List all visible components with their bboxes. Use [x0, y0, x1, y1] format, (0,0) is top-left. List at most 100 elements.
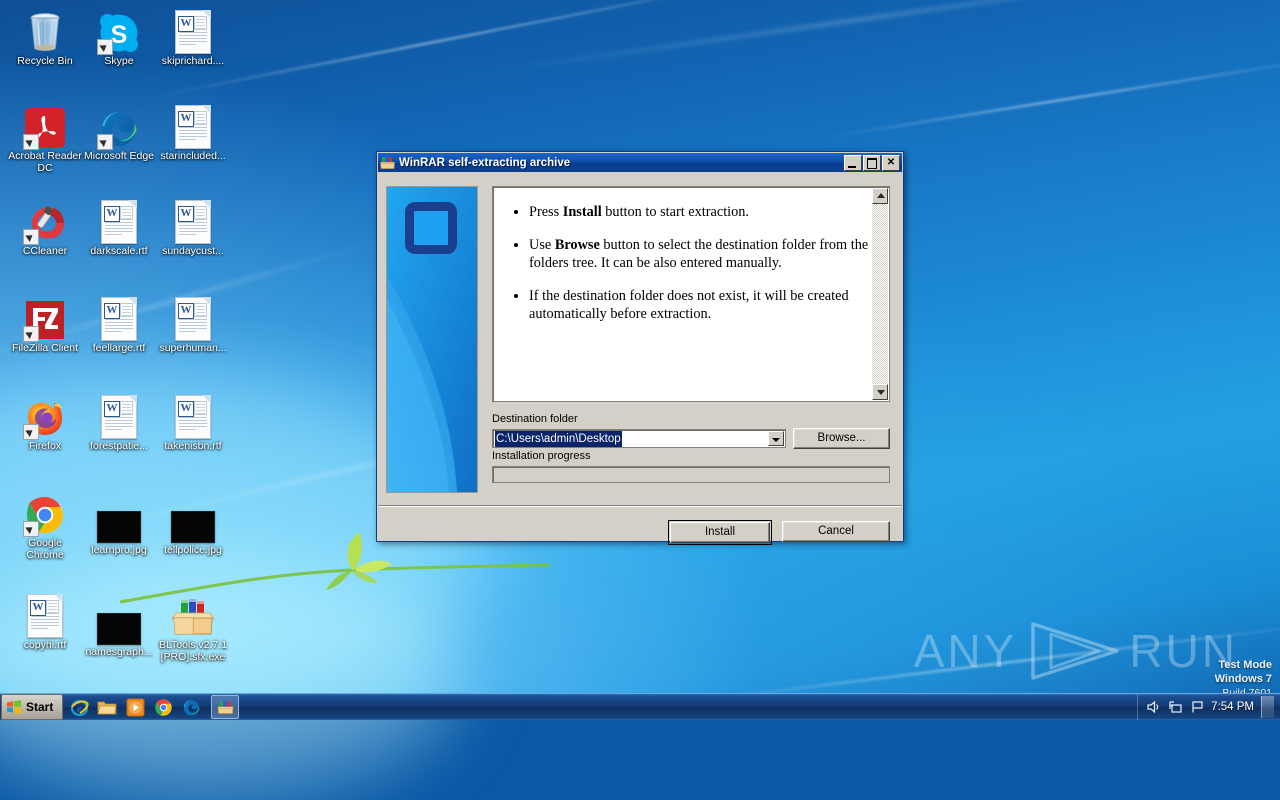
svg-text:S: S: [111, 21, 128, 49]
desktop-icon-copyhi[interactable]: W copyhi.rtf: [8, 592, 82, 652]
taskbar-windows-media-player[interactable]: [123, 696, 147, 718]
winrar-sfx-taskbar-button[interactable]: [211, 695, 240, 719]
instructions-scrollbar[interactable]: [872, 188, 888, 400]
dialog-titlebar[interactable]: WinRAR self-extracting archive ✕: [378, 153, 902, 172]
microsoft-edge-icon: [82, 103, 156, 150]
instructions-panel: Press Install button to start extraction…: [492, 186, 890, 402]
maximize-button[interactable]: [863, 154, 881, 171]
wallpaper-streak: [155, 0, 765, 98]
google-chrome-icon: [155, 698, 172, 716]
scroll-down-icon[interactable]: [872, 384, 888, 400]
instruction-item-1: Press Install button to start extraction…: [529, 203, 871, 222]
acrobat-reader-icon: [8, 103, 82, 150]
start-button[interactable]: Start: [1, 694, 64, 720]
desktop-icon-takenisbn[interactable]: W takenisbn.rtf: [156, 393, 230, 453]
winrar-books-icon: [380, 156, 395, 170]
desktop-icon-label: FileZilla Client: [12, 342, 78, 354]
sfx-banner-image: [386, 186, 478, 493]
anyrun-watermark: ANY RUN: [914, 620, 1238, 682]
cancel-button[interactable]: Cancel: [782, 521, 890, 542]
microsoft-edge-icon: [183, 699, 200, 716]
destination-folder-combobox[interactable]: C:\Users\admin\Desktop: [492, 429, 786, 448]
desktop-icon-label: CCleaner: [22, 245, 68, 257]
rtf-document-icon: W: [156, 103, 230, 149]
desktop-icon-feellarge[interactable]: W feellarge.rtf: [82, 295, 156, 355]
instruction-item-3: If the destination folder does not exist…: [529, 287, 871, 324]
desktop-icon-tellpolice[interactable]: tellpolice.jpg: [156, 497, 230, 557]
internet-explorer-icon: e: [70, 699, 89, 716]
desktop-icon-label: superhuman...: [159, 342, 227, 354]
taskbar[interactable]: Start e 7:54 PM: [0, 693, 1280, 720]
desktop-icon-microsoft-edge[interactable]: Microsoft Edge: [82, 103, 156, 163]
recycle-bin-icon: [8, 8, 82, 54]
network-icon[interactable]: [1168, 700, 1183, 714]
shortcut-overlay-icon: [23, 521, 39, 537]
instruction-post: If the destination folder does not exist…: [529, 287, 849, 323]
desktop-icon-firefox[interactable]: Firefox: [8, 393, 82, 453]
skype-icon: S: [82, 8, 156, 55]
desktop-icon-label: darkscale.rtf: [90, 245, 148, 257]
windows-media-player-icon: [126, 698, 145, 716]
desktop-icon-skiprichard[interactable]: W skiprichard....: [156, 8, 230, 68]
show-desktop-button[interactable]: [1261, 696, 1274, 718]
instruction-strong: Install: [562, 204, 602, 220]
instructions-text: Press Install button to start extraction…: [495, 189, 871, 399]
os-version-line: Windows 7: [1214, 673, 1272, 685]
shortcut-overlay-icon: [23, 424, 39, 440]
desktop-icon-label: forestpatie...: [90, 440, 148, 452]
instruction-item-2: Use Browse button to select the destinat…: [529, 236, 871, 273]
close-button[interactable]: ✕: [882, 154, 900, 171]
desktop-icon-namesgraph[interactable]: namesgraph...: [82, 599, 156, 659]
taskbar-google-chrome[interactable]: [151, 696, 175, 718]
desktop-icon-starincluded[interactable]: W starincluded...: [156, 103, 230, 163]
desktop-icon-google-chrome[interactable]: Google Chrome: [8, 490, 82, 561]
winrar-sfx-archive-icon: [156, 592, 230, 638]
taskbar-windows-explorer[interactable]: [95, 696, 119, 718]
google-chrome-icon: [8, 490, 82, 537]
desktop-icon-bltools-sfx[interactable]: BLTools v2.7.1 [PRO].sfx.exe: [156, 592, 230, 663]
shortcut-overlay-icon: [23, 229, 39, 245]
instruction-pre: Press: [529, 204, 563, 220]
action-center-flag-icon[interactable]: [1190, 700, 1204, 714]
rtf-document-icon: W: [156, 393, 230, 439]
desktop-icon-ccleaner[interactable]: CCleaner: [8, 198, 82, 258]
desktop-icon-acrobat-reader[interactable]: Acrobat Reader DC: [8, 103, 82, 174]
taskbar-internet-explorer[interactable]: e: [67, 696, 91, 718]
destination-folder-value[interactable]: C:\Users\admin\Desktop: [495, 430, 622, 447]
taskbar-microsoft-edge[interactable]: [179, 696, 203, 718]
desktop-icon-superhuman[interactable]: W superhuman...: [156, 295, 230, 355]
desktop-icon-recycle-bin[interactable]: Recycle Bin: [8, 8, 82, 68]
rtf-document-icon: W: [156, 198, 230, 244]
desktop-icon-label: BLTools v2.7.1 [PRO].sfx.exe: [158, 639, 228, 663]
desktop-icon-filezilla[interactable]: FileZilla Client: [8, 295, 82, 355]
destination-folder-label: Destination folder: [492, 413, 578, 425]
installation-progress-bar: [492, 466, 890, 483]
volume-icon[interactable]: [1146, 700, 1161, 714]
desktop-icon-sundaycust[interactable]: W sundaycust...: [156, 198, 230, 258]
desktop-icon-skype[interactable]: S Skype: [82, 8, 156, 68]
scroll-up-icon[interactable]: [872, 188, 888, 204]
install-button-label: Install: [670, 522, 770, 543]
desktop-icon-label: takenisbn.rtf: [164, 440, 222, 452]
chevron-down-icon[interactable]: [768, 431, 784, 446]
browse-button[interactable]: Browse...: [793, 428, 890, 449]
wallpaper-streak: [702, 621, 1280, 701]
wallpaper-streak: [823, 55, 1280, 139]
winrar-sfx-dialog[interactable]: WinRAR self-extracting archive ✕ • Press…: [376, 151, 904, 545]
rtf-document-icon: W: [82, 198, 156, 244]
system-tray[interactable]: 7:54 PM: [1137, 694, 1280, 720]
shortcut-overlay-icon: [97, 39, 113, 55]
taskbar-clock[interactable]: 7:54 PM: [1211, 701, 1254, 713]
desktop-icon-label: copyhi.rtf: [23, 639, 67, 651]
desktop-icon-darkscale[interactable]: W darkscale.rtf: [82, 198, 156, 258]
anyrun-play-logo-icon: [1031, 622, 1120, 680]
instruction-post: button to start extraction.: [601, 204, 750, 220]
minimize-button[interactable]: [844, 154, 862, 171]
desktop-icon-label: sundaycust...: [162, 245, 224, 257]
windows-logo-icon: [7, 700, 21, 714]
install-button[interactable]: Install: [668, 520, 772, 545]
desktop-icon-learnpro[interactable]: learnpro.jpg: [82, 497, 156, 557]
jpeg-image-icon: [82, 497, 156, 543]
installation-progress-label: Installation progress: [492, 450, 591, 462]
desktop-icon-forestpatie[interactable]: W forestpatie...: [82, 393, 156, 453]
